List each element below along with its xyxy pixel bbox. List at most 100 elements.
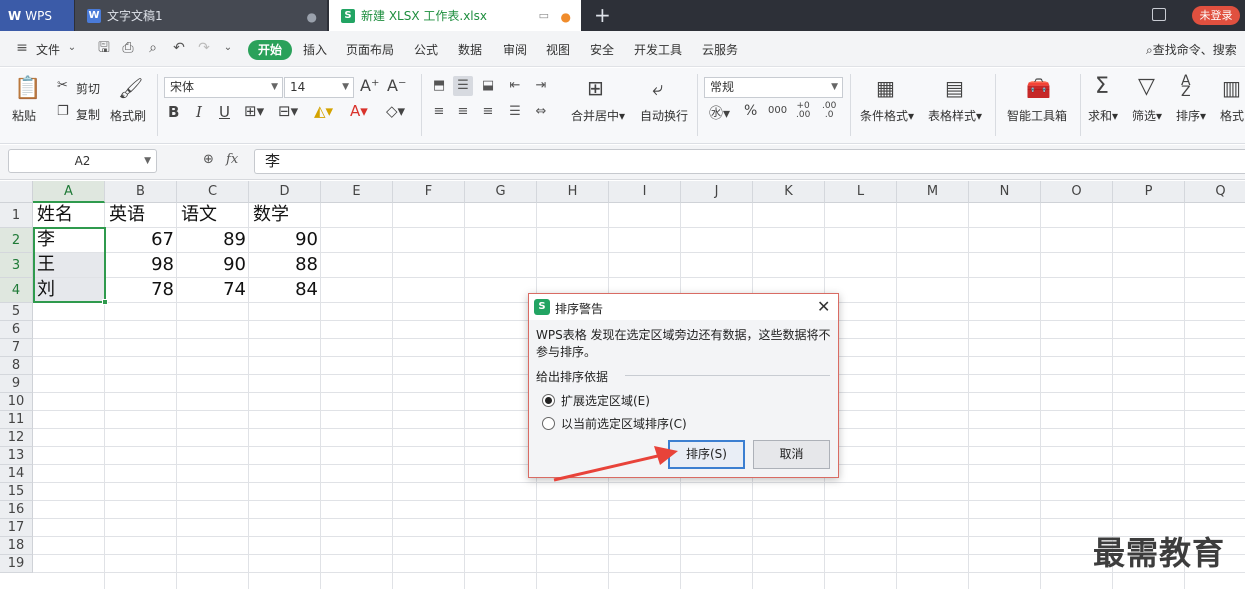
- copy-button[interactable]: 复制: [76, 106, 100, 123]
- column-header-p[interactable]: P: [1113, 181, 1185, 203]
- column-header-b[interactable]: B: [105, 181, 177, 203]
- undo-icon[interactable]: ↶: [171, 40, 187, 56]
- row-header-5[interactable]: 5: [0, 303, 33, 321]
- tab-spreadsheet[interactable]: S 新建 XLSX 工作表.xlsx ▭ ●: [329, 0, 581, 31]
- align-bottom-icon[interactable]: ⬓: [478, 76, 498, 96]
- column-header-a[interactable]: A: [33, 181, 105, 203]
- column-header-n[interactable]: N: [969, 181, 1041, 203]
- row-header-16[interactable]: 16: [0, 501, 33, 519]
- command-search[interactable]: ⌕查找命令、搜索: [1146, 41, 1237, 58]
- column-header-o[interactable]: O: [1041, 181, 1113, 203]
- conditional-format-button[interactable]: 条件格式▾: [860, 107, 914, 124]
- number-format-select[interactable]: 常规 ▼: [704, 77, 843, 98]
- paste-icon[interactable]: 📋: [14, 76, 41, 101]
- menu-file[interactable]: 文件: [36, 41, 60, 58]
- filter-button[interactable]: 筛选▾: [1132, 107, 1162, 124]
- column-header-g[interactable]: G: [465, 181, 537, 203]
- align-right-icon[interactable]: ≡: [478, 102, 498, 122]
- formula-input[interactable]: 李: [254, 149, 1245, 174]
- print-preview-icon[interactable]: ⌕: [145, 40, 161, 56]
- font-color-icon[interactable]: A▾: [350, 102, 368, 120]
- tab-wps-home[interactable]: W WPS: [0, 0, 74, 31]
- wrap-text-icon[interactable]: ⤶: [652, 76, 663, 100]
- decrease-decimal-icon[interactable]: .00.0: [822, 102, 836, 120]
- column-header-j[interactable]: J: [681, 181, 753, 203]
- score-cell[interactable]: 78: [105, 278, 174, 302]
- cancel-button[interactable]: 取消: [753, 440, 830, 469]
- row-header-11[interactable]: 11: [0, 411, 33, 429]
- table-style-icon[interactable]: ▤: [945, 76, 964, 100]
- menu-security[interactable]: 安全: [590, 41, 614, 58]
- row-header-13[interactable]: 13: [0, 447, 33, 465]
- align-middle-icon[interactable]: ☰: [453, 76, 473, 96]
- font-name-select[interactable]: 宋体 ▼: [164, 77, 283, 98]
- header-cell[interactable]: 姓名: [37, 203, 73, 227]
- sum-button[interactable]: 求和▾: [1088, 107, 1118, 124]
- row-header-14[interactable]: 14: [0, 465, 33, 483]
- sum-icon[interactable]: Σ: [1095, 74, 1109, 99]
- align-top-icon[interactable]: ⬒: [429, 76, 449, 96]
- column-header-m[interactable]: M: [897, 181, 969, 203]
- justify-icon[interactable]: ☰: [505, 102, 525, 122]
- menu-cloud[interactable]: 云服务: [702, 41, 738, 58]
- tab-document[interactable]: W 文字文稿1 ●: [75, 0, 327, 31]
- bold-icon[interactable]: B: [168, 103, 179, 121]
- scissors-icon[interactable]: ✂: [57, 78, 68, 93]
- table-style-button[interactable]: 表格样式▾: [928, 107, 982, 124]
- column-header-f[interactable]: F: [393, 181, 465, 203]
- column-header-d[interactable]: D: [249, 181, 321, 203]
- italic-icon[interactable]: I: [196, 103, 202, 121]
- radio-unselected[interactable]: [542, 417, 555, 430]
- quick-access-dropdown-icon[interactable]: ⌄: [220, 40, 236, 56]
- chevron-down-icon[interactable]: ⌄: [64, 40, 80, 56]
- new-tab-button[interactable]: +: [594, 3, 611, 27]
- row-header-2[interactable]: 2: [0, 228, 33, 253]
- merge-center-icon[interactable]: ⊞: [587, 76, 604, 100]
- unsaved-dot-icon[interactable]: ●: [561, 10, 571, 24]
- menu-data[interactable]: 数据: [458, 41, 482, 58]
- decrease-font-icon[interactable]: A⁻: [387, 76, 406, 95]
- column-header-q[interactable]: Q: [1185, 181, 1245, 203]
- merge-center-button[interactable]: 合并居中▾: [571, 107, 625, 124]
- align-left-icon[interactable]: ≡: [429, 102, 449, 122]
- row-header-6[interactable]: 6: [0, 321, 33, 339]
- fill-handle[interactable]: [102, 299, 108, 305]
- fx-icon[interactable]: fx: [226, 152, 238, 167]
- smart-toolbox-button[interactable]: 智能工具箱: [1007, 107, 1067, 124]
- tab-close-dot-icon[interactable]: ●: [307, 10, 317, 24]
- conditional-format-icon[interactable]: ▦: [876, 76, 895, 100]
- row-header-4[interactable]: 4: [0, 278, 33, 303]
- paste-button[interactable]: 粘贴: [12, 107, 36, 124]
- option-current-selection[interactable]: 以当前选定区域排序(C): [542, 415, 687, 432]
- menu-start[interactable]: 开始: [248, 40, 292, 60]
- screen-icon[interactable]: ▭: [539, 9, 549, 22]
- format-button[interactable]: 格式: [1220, 107, 1244, 124]
- column-header-e[interactable]: E: [321, 181, 393, 203]
- menu-formulas[interactable]: 公式: [414, 41, 438, 58]
- column-header-l[interactable]: L: [825, 181, 897, 203]
- row-header-7[interactable]: 7: [0, 339, 33, 357]
- score-cell[interactable]: 88: [249, 253, 318, 277]
- row-header-1[interactable]: 1: [0, 203, 33, 228]
- sort-button[interactable]: 排序▾: [1176, 107, 1206, 124]
- wrap-text-button[interactable]: 自动换行: [640, 107, 688, 124]
- close-icon[interactable]: ✕: [817, 297, 830, 316]
- distributed-icon[interactable]: ⇔: [531, 102, 551, 122]
- name-box[interactable]: A2 ▼: [8, 149, 157, 173]
- score-cell[interactable]: 74: [177, 278, 246, 302]
- option-expand-selection[interactable]: 扩展选定区域(E): [542, 392, 650, 409]
- indent-increase-icon[interactable]: ⇥: [531, 76, 551, 96]
- redo-icon[interactable]: ↷: [196, 40, 212, 56]
- zoom-icon[interactable]: ⊕: [203, 152, 214, 167]
- underline-icon[interactable]: U: [219, 103, 230, 121]
- score-cell[interactable]: 67: [105, 228, 174, 252]
- window-mode-icon[interactable]: [1152, 8, 1166, 21]
- align-center-icon[interactable]: ≡: [453, 102, 473, 122]
- row-header-10[interactable]: 10: [0, 393, 33, 411]
- percent-icon[interactable]: %: [744, 103, 757, 119]
- score-cell[interactable]: 84: [249, 278, 318, 302]
- menu-page-layout[interactable]: 页面布局: [346, 41, 394, 58]
- score-cell[interactable]: 89: [177, 228, 246, 252]
- column-header-k[interactable]: K: [753, 181, 825, 203]
- header-cell[interactable]: 语文: [181, 203, 217, 227]
